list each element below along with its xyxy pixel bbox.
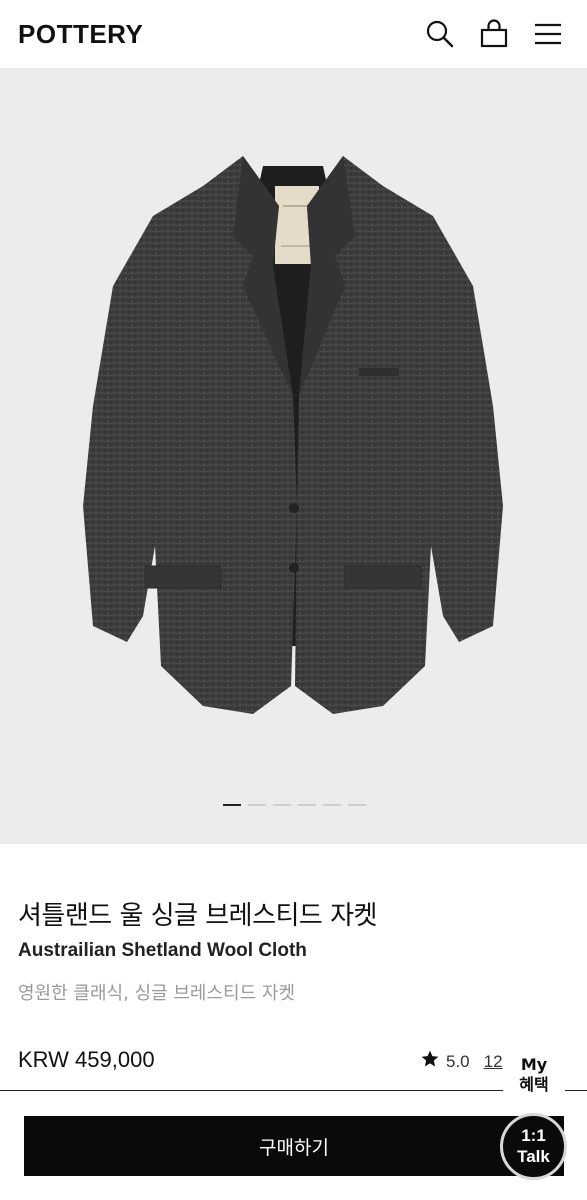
cart-icon[interactable] (479, 19, 509, 49)
product-price: KRW 459,000 (18, 1047, 155, 1072)
my-benefit-line2: 혜택 (519, 1075, 549, 1094)
site-header: POTTERY (0, 0, 587, 68)
menu-icon[interactable] (533, 19, 563, 49)
search-icon[interactable] (425, 19, 455, 49)
product-image (83, 156, 503, 714)
my-benefit-line1: My (520, 1055, 548, 1074)
carousel-dot[interactable] (298, 804, 316, 806)
carousel-dot[interactable] (273, 804, 291, 806)
product-title: 셔틀랜드 울 싱글 브레스티드 자켓 (18, 901, 377, 931)
talk-line2: Talk (517, 1147, 550, 1166)
brand-logo[interactable]: POTTERY (18, 19, 143, 50)
carousel-dot[interactable] (323, 804, 341, 806)
product-image-carousel[interactable] (0, 68, 587, 844)
carousel-dot[interactable] (223, 804, 241, 806)
product-rating: 5.0 12 (420, 1049, 503, 1074)
product-subtitle: 영원한 클래식, 싱글 브레스티드 자켓 (18, 983, 296, 1004)
divider (0, 1090, 587, 1091)
buy-button[interactable]: 구매하기 (24, 1116, 564, 1176)
star-icon (420, 1049, 440, 1074)
product-material: Austrailian Shetland Wool Cloth (18, 940, 307, 961)
carousel-dot[interactable] (348, 804, 366, 806)
rating-value: 5.0 (446, 1051, 470, 1071)
carousel-dot[interactable] (248, 804, 266, 806)
header-actions (425, 19, 563, 49)
review-count-link[interactable]: 12 (484, 1052, 503, 1072)
chat-talk-button[interactable]: 1:1 Talk (500, 1113, 567, 1180)
my-benefit-button[interactable]: My 혜택 (503, 1050, 565, 1100)
carousel-indicator (223, 804, 366, 806)
talk-line1: 1:1 (521, 1126, 546, 1145)
